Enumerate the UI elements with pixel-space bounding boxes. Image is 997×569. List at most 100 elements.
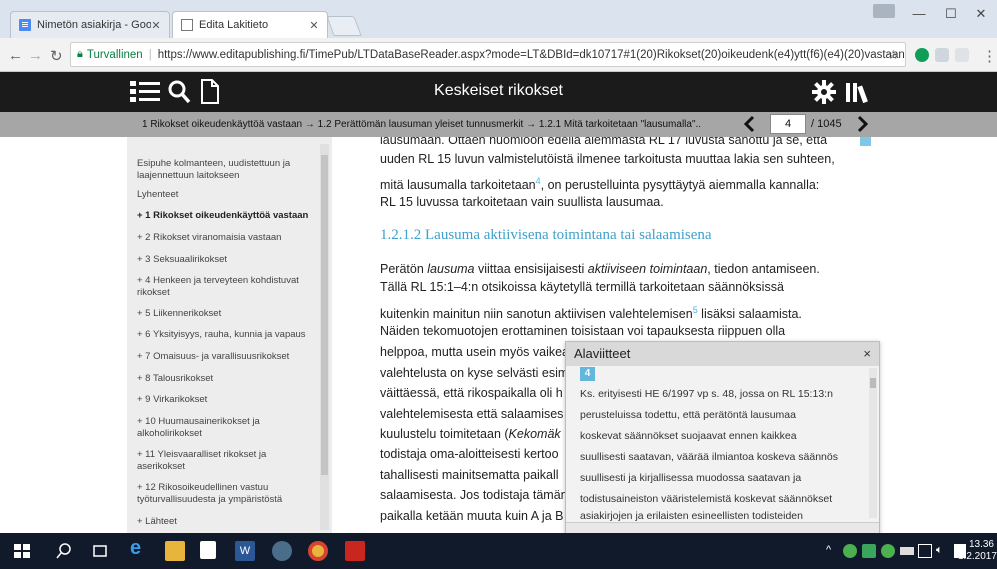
- text-line: tahallisesti mainitsematta paikall: [380, 468, 559, 482]
- previous-page-icon[interactable]: [743, 115, 757, 133]
- text-line: RL 15 luvussa tarkoitetaan vain suullist…: [380, 195, 664, 209]
- extension-icon[interactable]: [955, 48, 969, 62]
- acrobat-icon[interactable]: [345, 541, 365, 561]
- battery-icon[interactable]: [900, 547, 914, 555]
- task-view-icon[interactable]: [90, 541, 110, 561]
- text-span: aktiiviseen toimintaan: [587, 262, 708, 276]
- app-icon[interactable]: [272, 541, 292, 561]
- clock[interactable]: 13.36 1.2.2017: [958, 539, 997, 563]
- search-icon[interactable]: [54, 541, 74, 561]
- address-toolbar: ← → ↻ 🔒︎ Turvallinen | https://www.edita…: [0, 38, 997, 72]
- tray-app-icon[interactable]: [881, 544, 895, 558]
- bookmark-star-icon[interactable]: ☆: [887, 47, 899, 63]
- date: 1.2.2017: [958, 551, 997, 562]
- text-line: paikalla ketään muuta kuin A ja B: [380, 509, 564, 523]
- browser-titlebar: Nimetön asiakirja - Goog ✕ Edita Lakitie…: [0, 0, 997, 38]
- popup-scroll-thumb[interactable]: [870, 378, 876, 388]
- text-line: uuden RL 15 luvun valmistelutöistä ilmen…: [380, 152, 835, 166]
- app-header: Keskeiset rikokset: [0, 72, 997, 112]
- back-icon[interactable]: ←: [8, 47, 23, 64]
- text-span: kuitenkin mainitun niin sanotun aktiivis…: [380, 307, 693, 322]
- extension-icon[interactable]: [935, 48, 949, 62]
- footnote-marker[interactable]: [860, 137, 871, 146]
- text-line: valehtelusta on kyse selvästi esim: [380, 366, 569, 380]
- toc-item[interactable]: + 11 Yleisvaaralliset rikokset ja aserik…: [137, 449, 315, 473]
- library-icon[interactable]: [845, 80, 873, 104]
- toc-item[interactable]: + 5 Liikennerikokset: [137, 308, 315, 320]
- security-label: Turvallinen: [86, 48, 143, 61]
- toc-item[interactable]: + 4 Henkeen ja terveyteen kohdistuvat ri…: [137, 275, 315, 299]
- forward-icon[interactable]: →: [28, 47, 43, 64]
- page-total: / 1045: [811, 118, 842, 130]
- toc-item-active[interactable]: + 1 Rikokset oikeudenkäyttöä vastaan: [137, 210, 315, 222]
- url-bar[interactable]: 🔒︎ Turvallinen | https://www.editapublis…: [70, 42, 906, 67]
- minimize-icon[interactable]: —: [903, 6, 935, 21]
- file-explorer-icon[interactable]: [165, 541, 185, 561]
- footnote-line: asiakirjojen ja erilaisten esineellisten…: [580, 510, 803, 522]
- toc-item[interactable]: + 8 Talousrikokset: [137, 373, 315, 385]
- app-window: Nimetön asiakirja - Goog ✕ Edita Lakitie…: [0, 0, 997, 569]
- text-line: väittäessä, että rikospaikalla oli h: [380, 386, 563, 400]
- tab-label: Nimetön asiakirja - Goog: [37, 19, 151, 31]
- popup-title: Alaviitteet: [566, 342, 879, 366]
- tab-google-docs[interactable]: Nimetön asiakirja - Goog ✕: [10, 11, 170, 38]
- tab-label: Edita Lakitieto: [199, 19, 269, 31]
- close-tab-icon[interactable]: ✕: [309, 19, 319, 32]
- text-line: Perätön lausuma viittaa ensisijaisesti a…: [380, 262, 820, 276]
- toc-item[interactable]: + 3 Seksuaalirikokset: [137, 254, 315, 266]
- maximize-icon[interactable]: ☐: [935, 6, 967, 22]
- toc-item[interactable]: + Lähteet: [137, 516, 315, 528]
- toc-item[interactable]: + 9 Virkarikokset: [137, 394, 315, 406]
- edge-icon[interactable]: e: [130, 537, 150, 559]
- footnote-line: suullisesti saatavan, väärää ilmiantoa k…: [580, 451, 838, 463]
- breadcrumb[interactable]: 1 Rikokset oikeudenkäyttöä vastaan → 1.2…: [142, 119, 701, 130]
- windows-start-icon[interactable]: [12, 541, 32, 561]
- sidebar-scroll-thumb[interactable]: [321, 155, 328, 475]
- text-line: mitä lausumalla tarkoitetaan4, on perust…: [380, 176, 819, 192]
- next-page-icon[interactable]: [855, 115, 869, 133]
- toc-item[interactable]: Esipuhe kolmanteen, uudistettuun ja laaj…: [137, 158, 315, 182]
- separator: |: [148, 48, 152, 61]
- extension-icon[interactable]: [915, 48, 929, 62]
- toc-item[interactable]: + 10 Huumausainerikokset ja alkoholiriko…: [137, 416, 315, 440]
- text-span: mitä lausumalla tarkoitetaan: [380, 178, 536, 193]
- user-profile-icon[interactable]: [873, 4, 895, 18]
- text-line: salaamisesta. Jos todistaja tämän: [380, 488, 568, 502]
- url-text: https://www.editapublishing.fi/TimePub/L…: [157, 48, 905, 61]
- tray-app-icon[interactable]: [862, 544, 876, 558]
- text-span: , on perustelluinta pysyttäytyä aiemmall…: [540, 178, 820, 193]
- page-number-input[interactable]: 4: [770, 114, 806, 134]
- show-hidden-icons[interactable]: ^: [826, 544, 840, 558]
- tab-edita-lakitieto[interactable]: Edita Lakitieto ✕: [172, 11, 328, 38]
- text-line: lausumaan. Ottaen huomioon edellä aiemma…: [380, 137, 828, 147]
- page-icon: [181, 19, 193, 31]
- toc-item[interactable]: + 2 Rikokset viranomaisia vastaan: [137, 232, 315, 244]
- store-icon[interactable]: [200, 541, 216, 559]
- toc-item[interactable]: + 7 Omaisuus- ja varallisuusrikokset: [137, 351, 315, 363]
- close-window-icon[interactable]: ✕: [965, 6, 997, 22]
- close-icon[interactable]: ×: [863, 346, 871, 361]
- network-icon[interactable]: [918, 544, 932, 558]
- popup-scrollbar[interactable]: [869, 368, 877, 518]
- menu-icon[interactable]: ⋮: [982, 47, 997, 65]
- text-span: lisäksi salaamista.: [697, 307, 802, 322]
- word-icon[interactable]: W: [235, 541, 255, 561]
- gear-icon[interactable]: [812, 80, 836, 104]
- toc-item[interactable]: + 6 Yksityisyys, rauha, kunnia ja vapaus: [137, 329, 315, 341]
- text-line: Tällä RL 15:1–4:n otsikoissa käytetyllä …: [380, 280, 784, 294]
- text-span: , tiedon antamiseen.: [707, 262, 820, 276]
- tray-app-icon[interactable]: [843, 544, 857, 558]
- toc-item[interactable]: + 12 Rikosoikeudellinen vastuu työturval…: [137, 482, 315, 506]
- time: 13.36: [968, 539, 994, 550]
- toc-sidebar: Esipuhe kolmanteen, uudistettuun ja laaj…: [127, 137, 332, 533]
- footnotes-popup: Alaviitteet × 4 Ks. erityisesti HE 6/199…: [565, 341, 880, 537]
- google-docs-icon: [19, 19, 31, 31]
- footnote-line: perusteluissa todettu, että perätöntä la…: [580, 409, 796, 421]
- volume-icon[interactable]: 🔈︎: [936, 544, 950, 558]
- new-tab-button[interactable]: [326, 16, 362, 36]
- section-heading: 1.2.1.2 Lausuma aktiivisena toimintana t…: [380, 227, 712, 243]
- chrome-icon[interactable]: [308, 541, 328, 561]
- toc-item[interactable]: Lyhenteet: [137, 189, 315, 201]
- close-tab-icon[interactable]: ✕: [151, 19, 161, 32]
- reload-icon[interactable]: ↻: [50, 47, 63, 65]
